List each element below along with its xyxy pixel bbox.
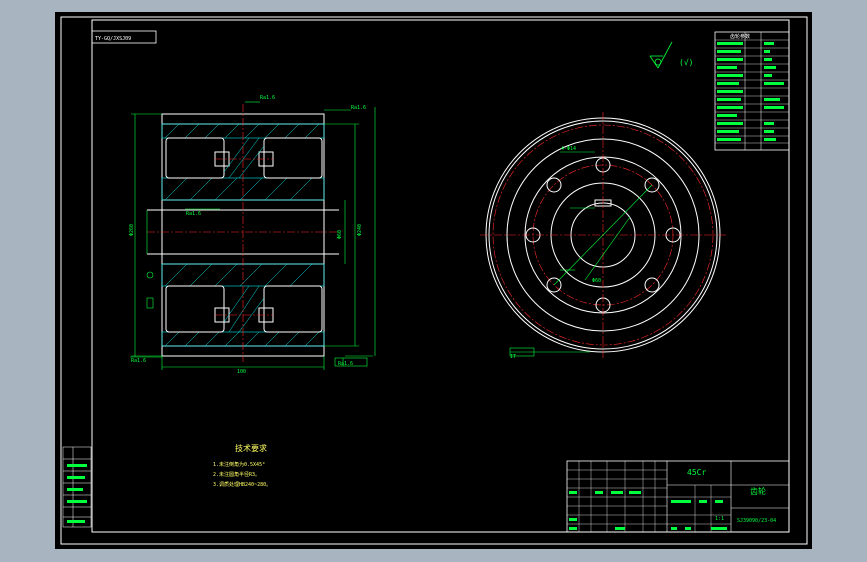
outer-frame	[60, 16, 808, 545]
title-scale: 1:1	[715, 516, 724, 522]
dim-width: 100	[237, 369, 246, 375]
svg-text:Ra1.6: Ra1.6	[260, 95, 275, 101]
cad-drawing-sheet: TY-GQ/JXSJ09 Ra1.6 Ra1.6 Ra1.6 Ra1.6 Ra1…	[60, 16, 808, 545]
dim-outer: Φ240	[357, 224, 363, 236]
svg-text:Ra1.6: Ra1.6	[131, 358, 146, 364]
svg-text:IT: IT	[510, 354, 516, 360]
inner-frame	[91, 19, 790, 533]
tech-requirements: 技术要求 1.未注倒角为0.5X45° 2.未注圆角半径R3。 3.调质处理HB…	[213, 443, 271, 488]
surface-symbol: (√)	[649, 41, 693, 69]
front-view: 4-Φ14 Φ60 IT	[480, 112, 727, 360]
title-block: 45Cr 齿轮 SJ39090/23-04 1:1	[566, 460, 790, 533]
title-drawing-number: SJ39090/23-04	[737, 518, 776, 524]
left-revision-block	[62, 446, 92, 528]
svg-text:1.未注倒角为0.5X45°: 1.未注倒角为0.5X45°	[213, 461, 265, 468]
title-material: 45Cr	[687, 468, 706, 477]
svg-text:Ra1.6: Ra1.6	[351, 105, 366, 111]
svg-text:齿轮参数: 齿轮参数	[730, 33, 750, 40]
section-view: Ra1.6 Ra1.6 Ra1.6 Ra1.6 Ra1.6 100 Φ60 Φ2…	[129, 95, 376, 375]
svg-text:Φ60: Φ60	[592, 278, 601, 284]
svg-text:2.未注圆角半径R3。: 2.未注圆角半径R3。	[213, 471, 260, 478]
svg-text:3.调质处理HB240~280。: 3.调质处理HB240~280。	[213, 481, 271, 488]
gear-params-table: 齿轮参数	[714, 31, 790, 151]
svg-text:Ra1.6: Ra1.6	[186, 211, 201, 217]
top-label-text: TY-GQ/JXSJ09	[95, 36, 131, 42]
svg-text:4-Φ14: 4-Φ14	[561, 146, 576, 152]
svg-text:(√): (√)	[679, 58, 693, 67]
dim-bore: Φ60	[337, 230, 343, 239]
drawing-viewport[interactable]: TY-GQ/JXSJ09 Ra1.6 Ra1.6 Ra1.6 Ra1.6 Ra1…	[55, 12, 812, 549]
dim-tip: Φ260	[129, 224, 135, 236]
title-part-name: 齿轮	[750, 486, 766, 496]
svg-text:技术要求: 技术要求	[235, 443, 267, 453]
